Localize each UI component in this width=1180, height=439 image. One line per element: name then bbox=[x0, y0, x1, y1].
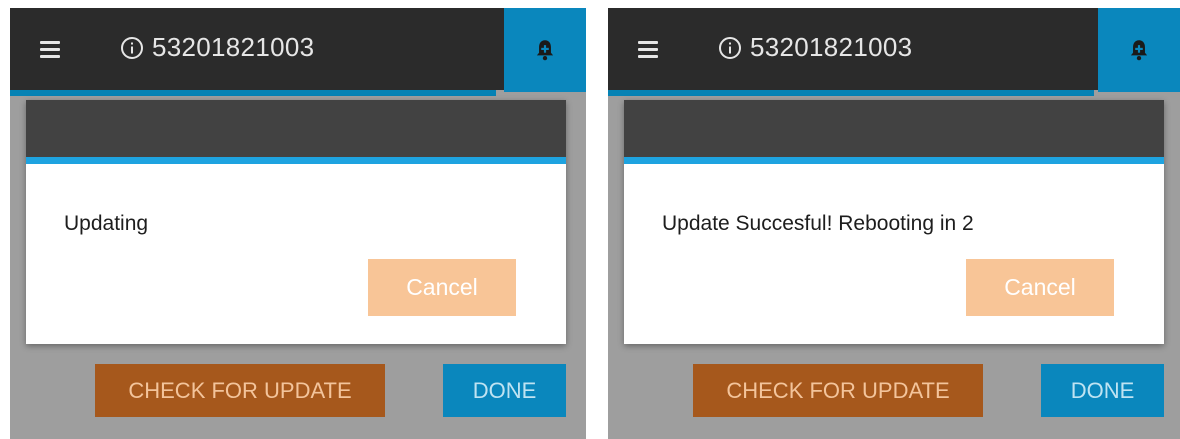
info-icon bbox=[719, 37, 741, 59]
done-button[interactable]: DONE bbox=[1041, 364, 1164, 417]
cancel-button[interactable]: Cancel bbox=[966, 259, 1114, 316]
bell-plus-icon bbox=[1130, 40, 1148, 61]
device-id: 53201821003 bbox=[152, 32, 315, 62]
top-bar: 53201821003 bbox=[608, 8, 1180, 90]
notification-button[interactable] bbox=[1098, 8, 1180, 92]
info-icon bbox=[121, 37, 143, 59]
dialog-header-accent bbox=[624, 157, 1164, 164]
dialog-header-accent bbox=[26, 157, 566, 164]
done-button[interactable]: DONE bbox=[443, 364, 566, 417]
check-for-update-button[interactable]: CHECK FOR UPDATE bbox=[693, 364, 983, 417]
dialog-header bbox=[624, 100, 1164, 157]
notification-button[interactable] bbox=[504, 8, 586, 92]
dialog-message: Updating bbox=[64, 212, 149, 235]
bell-plus-icon bbox=[536, 40, 554, 61]
app-screen-success: 53201821003 Update Succesful! Rebooting … bbox=[608, 8, 1180, 439]
hamburger-menu-icon[interactable] bbox=[636, 36, 664, 62]
check-for-update-button[interactable]: CHECK FOR UPDATE bbox=[95, 364, 385, 417]
topbar-accent-line bbox=[10, 90, 496, 96]
top-bar: 53201821003 bbox=[10, 8, 586, 90]
update-dialog: Updating Cancel bbox=[26, 100, 566, 344]
hamburger-menu-icon[interactable] bbox=[38, 36, 66, 62]
dialog-message: Update Succesful! Rebooting in 2 bbox=[662, 212, 974, 235]
cancel-button[interactable]: Cancel bbox=[368, 259, 516, 316]
app-screen-updating: 53201821003 Updating Cancel CHECK FOR UP… bbox=[10, 8, 586, 439]
topbar-accent-line bbox=[608, 90, 1094, 96]
device-id: 53201821003 bbox=[750, 32, 913, 62]
update-dialog: Update Succesful! Rebooting in 2 Cancel bbox=[624, 100, 1164, 344]
dialog-header bbox=[26, 100, 566, 157]
